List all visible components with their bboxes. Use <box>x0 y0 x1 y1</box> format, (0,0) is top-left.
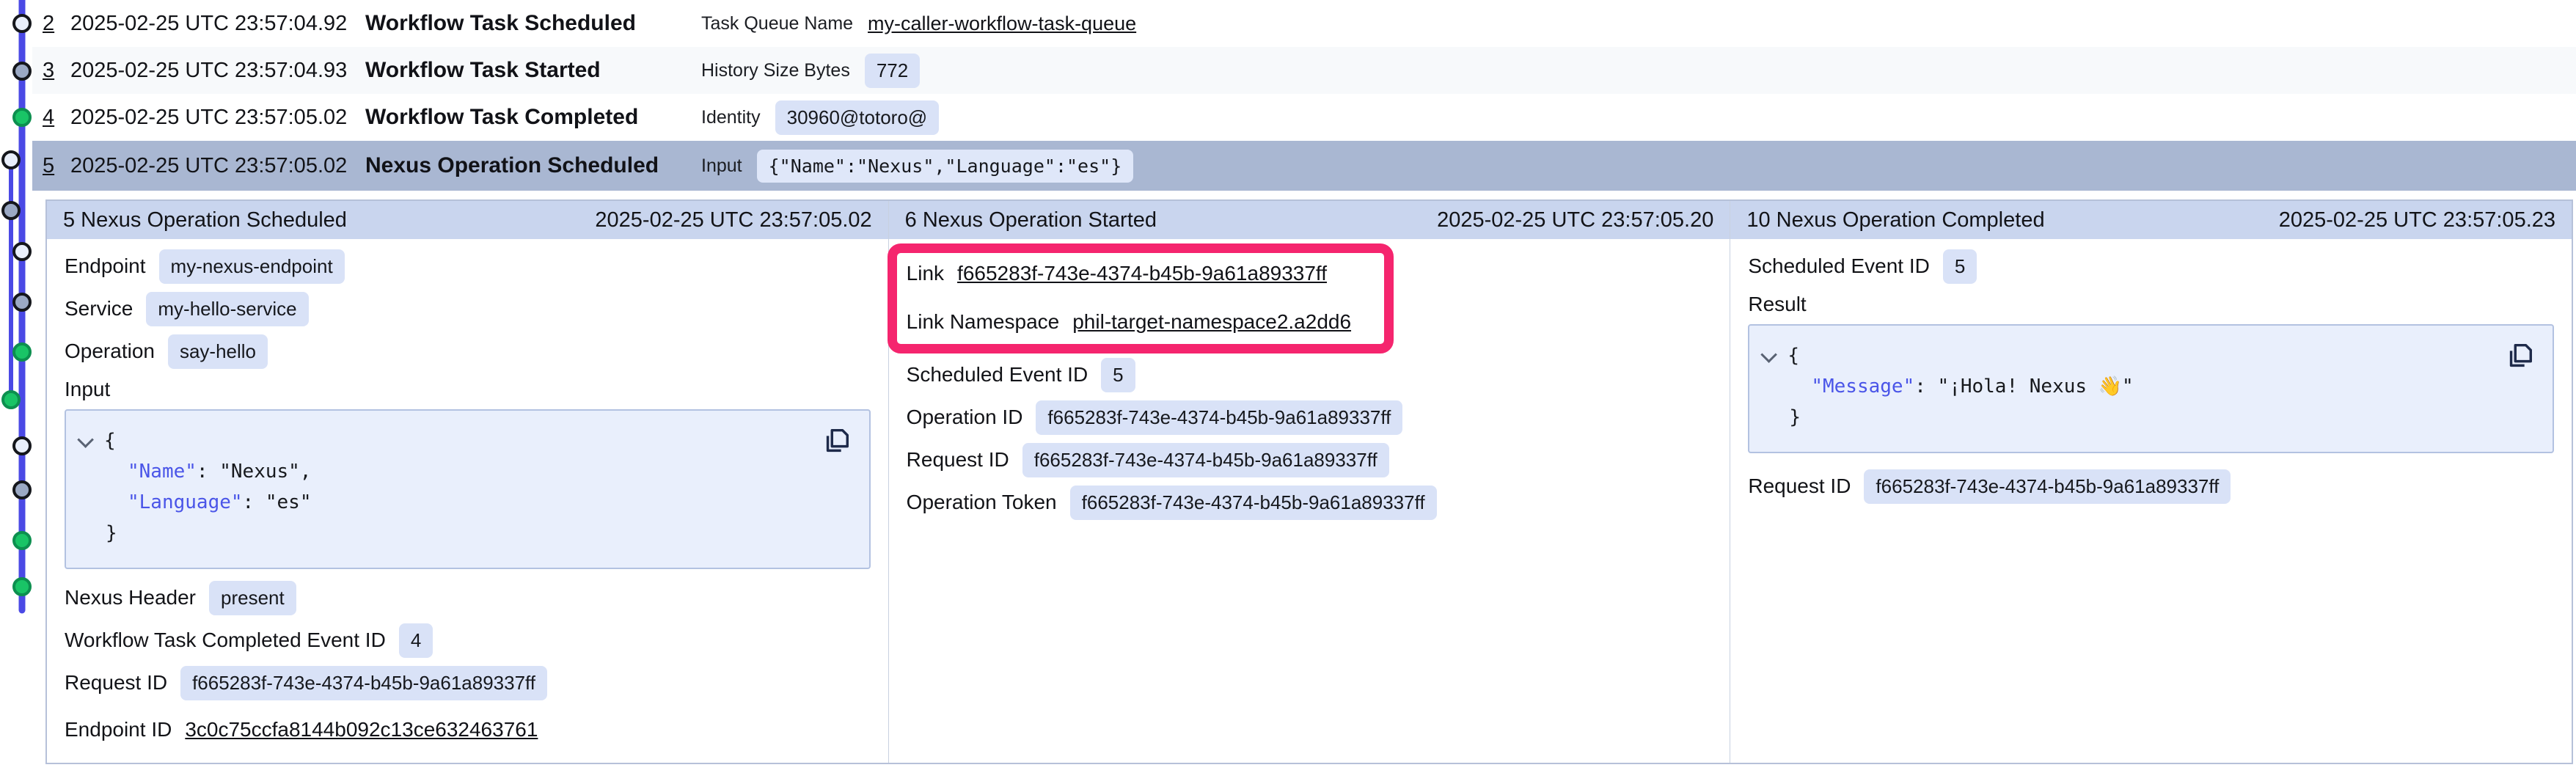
panel-nexus-operation-completed: 10 Nexus Operation Completed 2025-02-25 … <box>1730 201 2572 763</box>
panel-nexus-operation-started: 6 Nexus Operation Started 2025-02-25 UTC… <box>888 201 1730 763</box>
event-detail-label: Input <box>701 155 742 177</box>
field-label: Workflow Task Completed Event ID <box>65 629 386 652</box>
event-timestamp: 2025-02-25 UTC 23:57:04.93 <box>70 59 365 83</box>
event-id-link[interactable]: 3 <box>43 59 70 83</box>
input-json-viewer: { "Name": "Nexus", "Language": "es" } <box>65 409 871 569</box>
copy-icon[interactable] <box>821 425 852 456</box>
field-label: Nexus Header <box>65 586 196 609</box>
operation-id-badge: f665283f-743e-4374-b45b-9a61a89337ff <box>1036 400 1402 435</box>
collapse-chevron-icon[interactable] <box>1761 346 1778 363</box>
request-id-badge: f665283f-743e-4374-b45b-9a61a89337ff <box>180 666 547 700</box>
event-detail-label: History Size Bytes <box>701 60 850 81</box>
panel-timestamp: 2025-02-25 UTC 23:57:05.20 <box>1437 208 1713 232</box>
field-label: Link <box>907 262 944 285</box>
panel-timestamp: 2025-02-25 UTC 23:57:05.23 <box>2279 208 2555 232</box>
event-name: Workflow Task Completed <box>365 105 701 130</box>
result-section-label: Result <box>1748 287 2554 321</box>
event-name: Nexus Operation Scheduled <box>365 153 701 178</box>
collapse-chevron-icon[interactable] <box>77 431 94 448</box>
event-timestamp: 2025-02-25 UTC 23:57:05.02 <box>70 106 365 130</box>
event-detail-badge: 772 <box>865 54 920 88</box>
event-row-selected[interactable]: 5 2025-02-25 UTC 23:57:05.02 Nexus Opera… <box>32 141 2576 191</box>
panel-header: 10 Nexus Operation Completed 2025-02-25 … <box>1730 201 2572 239</box>
event-id-link[interactable]: 4 <box>43 106 70 130</box>
field-label: Scheduled Event ID <box>907 363 1088 386</box>
json-key: "Name" <box>128 461 197 483</box>
scheduled-event-id-badge: 5 <box>1943 249 1977 284</box>
field-label: Endpoint ID <box>65 718 172 741</box>
input-section-label: Input <box>65 373 871 406</box>
event-input-badge: {"Name":"Nexus","Language":"es"} <box>757 150 1134 183</box>
panel-title: 6 Nexus Operation Started <box>905 208 1157 232</box>
event-group-panels: 5 Nexus Operation Scheduled 2025-02-25 U… <box>45 199 2573 764</box>
field-label: Operation <box>65 340 155 363</box>
field-label: Service <box>65 297 133 320</box>
wtc-event-id-badge: 4 <box>399 623 433 658</box>
field-label: Request ID <box>907 448 1009 472</box>
json-key: "Language" <box>128 491 243 513</box>
panel-title: 5 Nexus Operation Scheduled <box>63 208 347 232</box>
event-id-link[interactable]: 5 <box>43 154 70 178</box>
result-json-viewer: { "Message": "¡Hola! Nexus 👋" } <box>1748 324 2554 453</box>
json-key: "Message" <box>1811 375 1914 398</box>
field-label: Link Namespace <box>907 310 1060 334</box>
event-id-link[interactable]: 2 <box>43 12 70 36</box>
field-label: Request ID <box>1748 475 1851 498</box>
event-history-list: 2 2025-02-25 UTC 23:57:04.92 Workflow Ta… <box>32 0 2576 191</box>
panel-header: 6 Nexus Operation Started 2025-02-25 UTC… <box>889 201 1730 239</box>
field-label: Request ID <box>65 671 167 695</box>
service-badge: my-hello-service <box>146 292 308 326</box>
request-id-badge: f665283f-743e-4374-b45b-9a61a89337ff <box>1022 443 1389 477</box>
link-namespace-link[interactable]: phil-target-namespace2.a2dd6 <box>1072 310 1351 334</box>
event-timestamp: 2025-02-25 UTC 23:57:05.02 <box>70 154 365 178</box>
endpoint-badge: my-nexus-endpoint <box>159 249 345 284</box>
scheduled-event-id-badge: 5 <box>1101 358 1135 392</box>
operation-badge: say-hello <box>168 334 268 369</box>
event-detail-label: Task Queue Name <box>701 13 853 34</box>
field-label: Operation Token <box>907 491 1057 514</box>
event-detail-badge: 30960@totoro@ <box>775 100 940 135</box>
panel-nexus-operation-scheduled: 5 Nexus Operation Scheduled 2025-02-25 U… <box>47 201 888 763</box>
field-label: Endpoint <box>65 254 146 278</box>
event-row[interactable]: 3 2025-02-25 UTC 23:57:04.93 Workflow Ta… <box>32 47 2576 94</box>
event-detail-label: Identity <box>701 107 761 128</box>
panel-timestamp: 2025-02-25 UTC 23:57:05.02 <box>595 208 871 232</box>
event-row[interactable]: 2 2025-02-25 UTC 23:57:04.92 Workflow Ta… <box>32 0 2576 47</box>
event-name: Workflow Task Scheduled <box>365 11 701 36</box>
field-label: Operation ID <box>907 406 1023 429</box>
request-id-badge: f665283f-743e-4374-b45b-9a61a89337ff <box>1864 469 2231 504</box>
endpoint-id-link[interactable]: 3c0c75ccfa8144b092c13ce632463761 <box>185 718 538 741</box>
panel-header: 5 Nexus Operation Scheduled 2025-02-25 U… <box>47 201 888 239</box>
operation-token-badge: f665283f-743e-4374-b45b-9a61a89337ff <box>1070 486 1437 520</box>
field-label: Scheduled Event ID <box>1748 254 1930 278</box>
copy-icon[interactable] <box>2504 340 2535 371</box>
event-row[interactable]: 4 2025-02-25 UTC 23:57:05.02 Workflow Ta… <box>32 94 2576 141</box>
task-queue-link[interactable]: my-caller-workflow-task-queue <box>868 12 1136 35</box>
event-name: Workflow Task Started <box>365 58 701 83</box>
event-timestamp: 2025-02-25 UTC 23:57:04.92 <box>70 12 365 36</box>
link-value-link[interactable]: f665283f-743e-4374-b45b-9a61a89337ff <box>957 262 1327 285</box>
panel-title: 10 Nexus Operation Completed <box>1746 208 2044 232</box>
nexus-header-badge: present <box>209 581 296 615</box>
